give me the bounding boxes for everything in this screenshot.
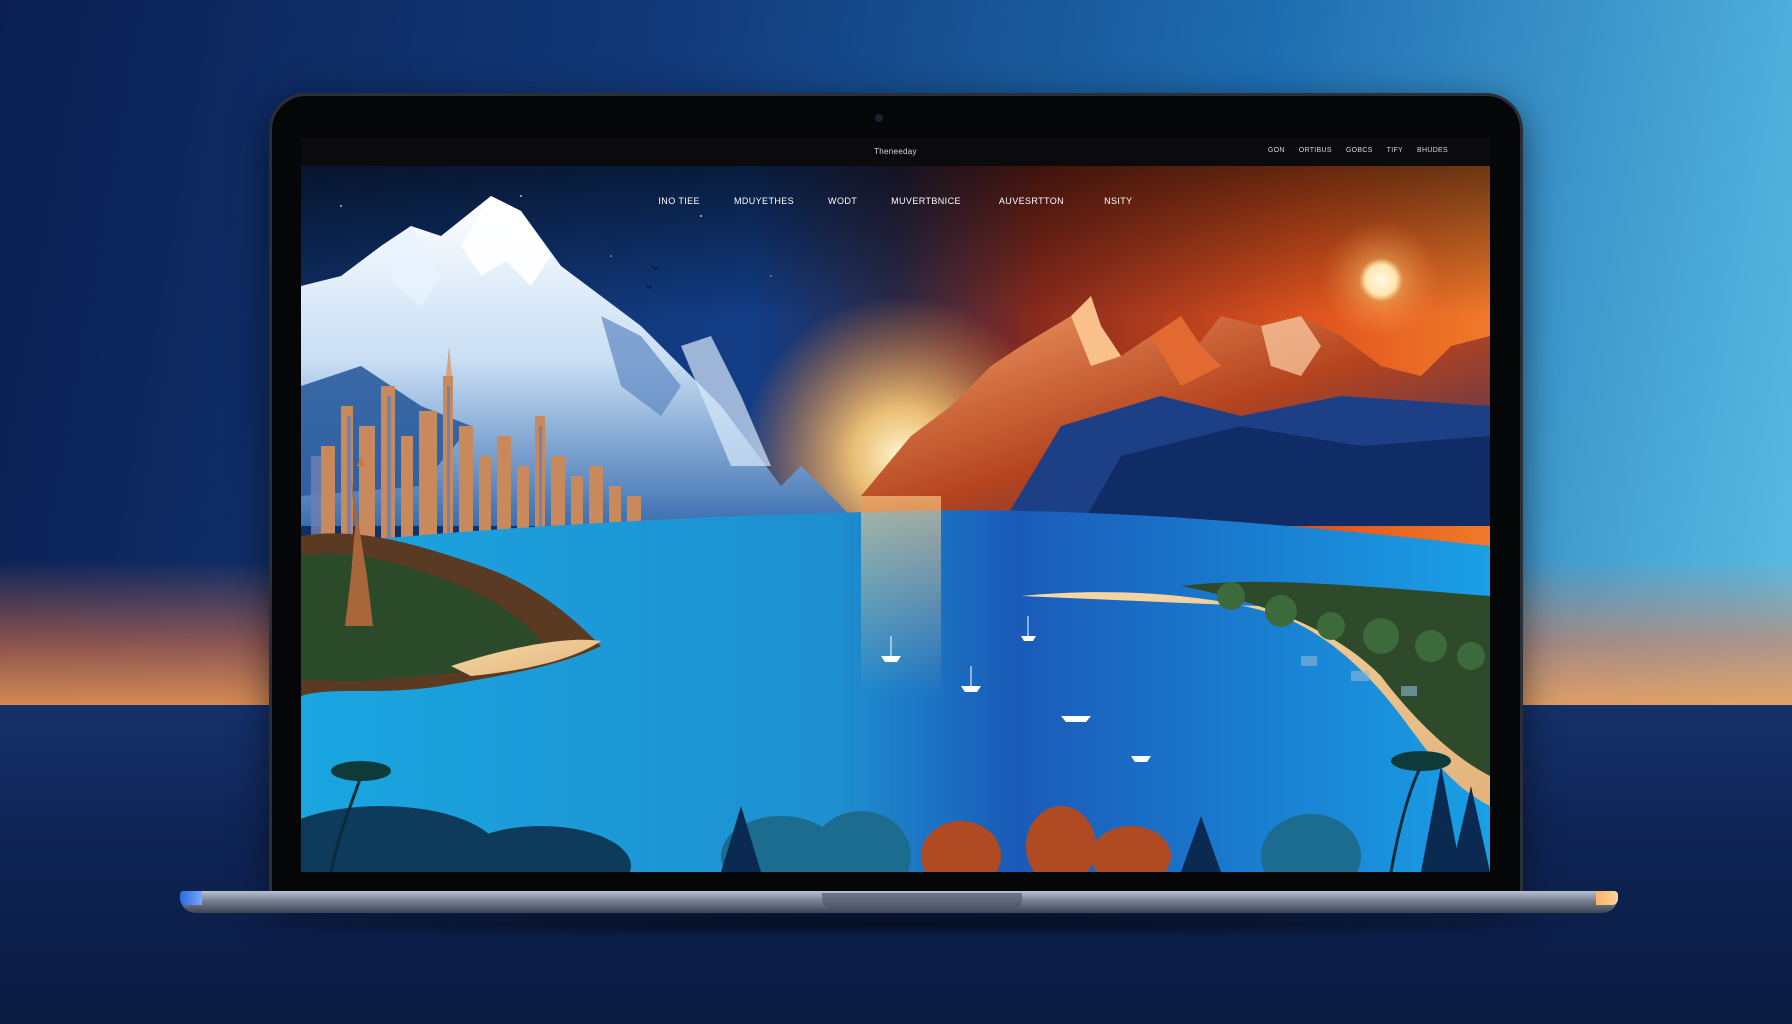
main-nav-item-2[interactable]: MDUYETHES xyxy=(734,196,794,206)
main-nav: INO TIEE MDUYETHES WODT MUVERTBNICE AUVE… xyxy=(301,196,1490,206)
utility-nav-item-gon[interactable]: GON xyxy=(1268,147,1285,154)
utility-nav-item-ortibus[interactable]: ORTIBUS xyxy=(1299,147,1332,154)
main-nav-item-4[interactable]: MUVERTBNICE xyxy=(891,196,961,206)
main-nav-item-5[interactable]: AUVESRTTON xyxy=(999,196,1064,206)
utility-nav-item-bhudes[interactable]: BHUDES xyxy=(1417,147,1448,154)
utility-nav-item-gobcs[interactable]: GOBCS xyxy=(1346,147,1373,154)
main-nav-item-6[interactable]: NSITY xyxy=(1104,196,1133,206)
laptop-screen: Theneeday GON ORTIBUS GOBCS TIFY BHUDES xyxy=(301,138,1490,872)
scene-background: Theneeday GON ORTIBUS GOBCS TIFY BHUDES xyxy=(0,0,1792,1024)
laptop-base-right-edge xyxy=(1596,891,1618,905)
utility-nav-item-tify[interactable]: TIFY xyxy=(1387,147,1403,154)
laptop-shadow xyxy=(160,910,1640,938)
webcam-icon xyxy=(875,114,883,122)
hero-landscape-illustration xyxy=(301,166,1490,872)
main-nav-item-1[interactable]: INO TIEE xyxy=(658,196,700,206)
laptop-opening-notch xyxy=(822,893,1022,911)
laptop-base-left-edge xyxy=(180,891,202,905)
site-top-bar: Theneeday GON ORTIBUS GOBCS TIFY BHUDES xyxy=(301,138,1490,166)
hero-image: INO TIEE MDUYETHES WODT MUVERTBNICE AUVE… xyxy=(301,166,1490,872)
main-nav-item-3[interactable]: WODT xyxy=(828,196,857,206)
utility-nav: GON ORTIBUS GOBCS TIFY BHUDES xyxy=(1268,147,1448,154)
